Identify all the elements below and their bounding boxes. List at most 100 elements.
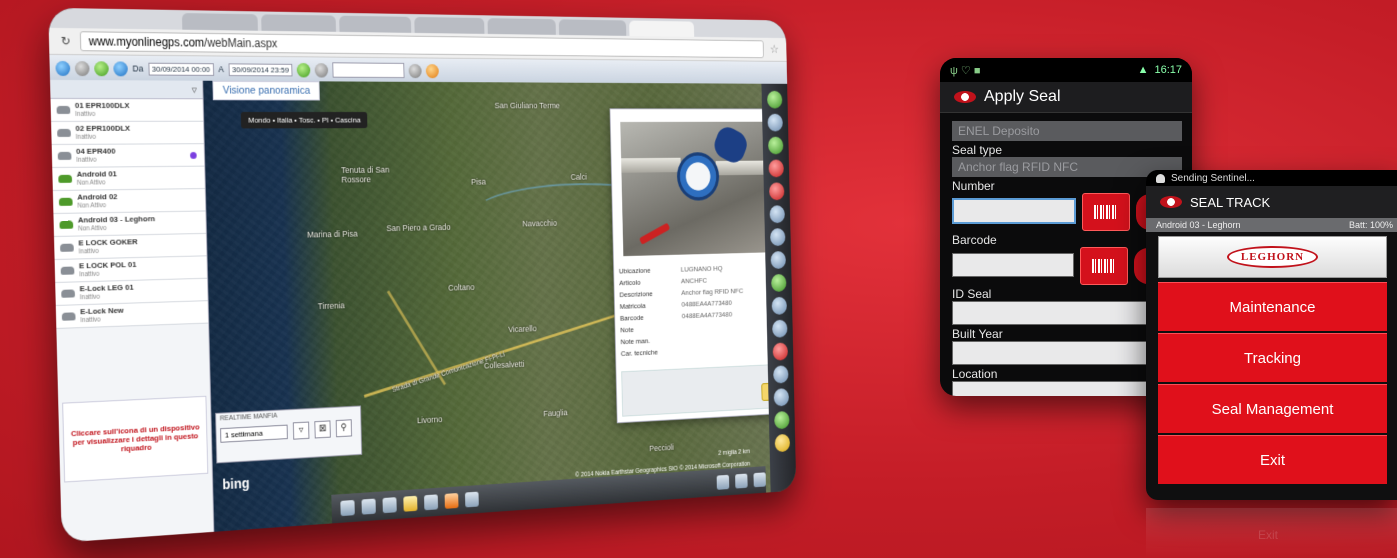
info-icon[interactable] (113, 60, 128, 76)
car-icon[interactable] (314, 62, 329, 78)
car-icon (56, 105, 71, 114)
status-bar: ψ ♡ ■ ▲ 16:17 (940, 58, 1192, 82)
vehicle-name: Android 01 (76, 169, 117, 179)
vehicle-item[interactable]: Android 03 - Leghorn Non Attivo (53, 211, 207, 238)
vehicle-item[interactable]: 01 EPR100DLX Inattivo (50, 98, 204, 122)
seal-type-label: Seal type (952, 143, 1003, 157)
url-path: /webMain.aspx (203, 35, 278, 51)
seal-management-button[interactable]: Seal Management (1158, 384, 1387, 433)
search-icon[interactable]: ⚲ (335, 419, 353, 438)
notification-text: Sending Sentinel... (1171, 172, 1255, 184)
popup-footer (621, 363, 784, 417)
home-icon[interactable] (444, 492, 459, 509)
vehicle-item[interactable]: 02 EPR100DLX Inattivo (51, 121, 204, 145)
warning-icon[interactable] (774, 433, 791, 453)
browser-tab-active[interactable] (628, 20, 695, 37)
vehicle-status: Non Attivo (76, 179, 106, 187)
alert-icon[interactable] (425, 63, 439, 78)
map-place-label: Marina di Pisa (307, 228, 358, 240)
seal-track-header: SEAL TRACK (1146, 186, 1397, 218)
home-icon[interactable] (769, 228, 786, 247)
vehicle-text: 01 EPR100DLX Inattivo (75, 101, 130, 119)
barcode-icon (1094, 205, 1118, 219)
period-select[interactable]: 1 settimana (220, 424, 288, 443)
map-place-label: San Piero a Grado (386, 222, 451, 234)
browser-tab[interactable] (414, 16, 485, 34)
upload-icon[interactable] (753, 472, 766, 488)
reload-icon[interactable]: ↻ (59, 34, 73, 48)
edit-icon[interactable] (770, 251, 787, 270)
vehicle-text: Android 02 Non Attivo (77, 192, 118, 210)
layers-icon[interactable] (771, 296, 788, 315)
chart-icon[interactable] (296, 62, 311, 77)
map-place-label: San Giuliano Terme (494, 100, 560, 111)
map-view[interactable]: Visione panoramica Mondo • Italia • Tosc… (203, 80, 797, 532)
refresh-icon[interactable] (94, 60, 109, 76)
user-settings-icon[interactable] (735, 473, 748, 489)
wrench-icon[interactable] (464, 491, 479, 508)
car-icon (57, 151, 72, 160)
vehicle-text: E LOCK POL 01 Inattivo (79, 260, 137, 279)
search-icon[interactable] (408, 63, 422, 78)
map-icon[interactable] (340, 499, 355, 517)
vehicle-item[interactable]: Android 01 Non Attivo (52, 166, 205, 191)
vehicle-status: Inattivo (80, 316, 101, 325)
settings-icon[interactable] (74, 60, 90, 76)
browser-tab[interactable] (338, 15, 412, 33)
scan-number-button[interactable] (1082, 193, 1130, 231)
exit-button[interactable]: Exit (1158, 435, 1387, 484)
red-handle-shape (639, 222, 671, 245)
close-circle-icon[interactable] (772, 342, 789, 361)
report-icon[interactable] (424, 494, 439, 511)
bookmark-star-icon[interactable]: ☆ (770, 42, 779, 56)
vehicle-status: Inattivo (79, 293, 101, 302)
list-icon[interactable] (382, 497, 397, 514)
filter-icon[interactable]: ▿ (292, 421, 310, 440)
info-icon[interactable] (767, 136, 784, 155)
refresh-icon[interactable] (774, 410, 790, 430)
users-icon[interactable] (716, 474, 730, 490)
folder-icon[interactable] (403, 495, 418, 512)
user-icon[interactable] (361, 498, 376, 515)
device-name: Android 03 - Leghorn (1156, 220, 1241, 230)
pause-icon[interactable] (767, 113, 783, 132)
globe-icon[interactable] (55, 60, 71, 76)
vehicle-item[interactable]: 04 EPR400 Inattivo (51, 144, 205, 168)
info-circle-icon[interactable] (769, 205, 785, 224)
date-from-input[interactable]: 30/09/2014 00:00 (147, 62, 214, 76)
browser-tab[interactable] (559, 19, 627, 36)
vehicle-text: E LOCK GOKER Inattivo (78, 237, 138, 256)
car-icon (58, 197, 73, 206)
vehicle-name: 01 EPR100DLX (74, 100, 130, 110)
navigate-arrow-icon[interactable] (768, 182, 785, 201)
number-input[interactable] (952, 198, 1076, 224)
list-icon[interactable] (771, 273, 787, 292)
phone-icon[interactable] (773, 388, 790, 407)
vehicle-text: E-Lock LEG 01 Inattivo (79, 283, 134, 302)
chat-icon[interactable] (766, 90, 783, 109)
map-breadcrumb: Mondo • Italia • Tosc. • PI • Cascina (240, 111, 368, 129)
scan-barcode-button[interactable] (1080, 247, 1128, 285)
barcode-input[interactable] (952, 253, 1074, 277)
search-input[interactable] (332, 62, 405, 79)
browser-tab[interactable] (261, 14, 336, 32)
seal-detail-fields: Ubicazione LUGNANO HQ Articolo ANCHFC Descri… (619, 261, 783, 360)
date-to-input[interactable]: 30/09/2014 23:59 (228, 62, 293, 76)
message-icon[interactable] (773, 365, 789, 384)
notification-icons: ψ ♡ ■ (950, 64, 981, 77)
no-entry-icon[interactable] (768, 159, 784, 178)
vehicle-item[interactable]: E-Lock New Inattivo (55, 301, 209, 329)
camera-icon[interactable] (772, 319, 788, 338)
browser-window: ↻ www.myonlinegps.com/webMain.aspx ☆ Da … (48, 7, 797, 543)
site-field[interactable]: ENEL Deposito (952, 121, 1182, 141)
car-icon (58, 174, 73, 183)
tab-visione-panoramica[interactable]: Visione panoramica (212, 80, 321, 101)
vehicle-item[interactable]: Android 02 Non Attivo (52, 189, 206, 215)
map-place-label: Livorno (416, 414, 443, 426)
filter-icon[interactable]: ▿ (192, 83, 197, 96)
browser-tab[interactable] (181, 13, 259, 31)
tracking-button[interactable]: Tracking (1158, 333, 1387, 382)
maintenance-button[interactable]: Maintenance (1158, 282, 1387, 331)
browser-tab[interactable] (487, 18, 557, 35)
clear-filter-icon[interactable]: ⊠ (314, 420, 331, 439)
